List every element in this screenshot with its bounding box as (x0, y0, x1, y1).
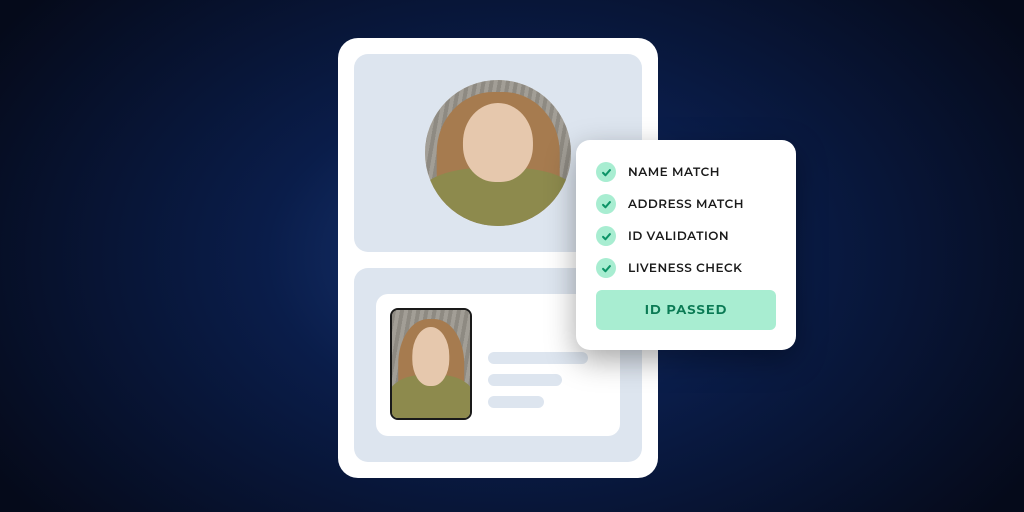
check-icon (596, 258, 616, 278)
id-line-placeholder (488, 396, 544, 408)
check-label: LIVENESS CHECK (628, 261, 742, 276)
avatar (425, 80, 571, 226)
check-icon (596, 226, 616, 246)
result-badge: ID PASSED (596, 290, 776, 330)
id-line-placeholder (488, 374, 562, 386)
id-photo (390, 308, 472, 420)
check-row-name-match: NAME MATCH (596, 162, 776, 182)
check-icon (596, 162, 616, 182)
check-label: NAME MATCH (628, 165, 720, 180)
check-label: ID VALIDATION (628, 229, 729, 244)
id-line-placeholder (488, 352, 588, 364)
person-photo-placeholder (425, 80, 571, 226)
check-label: ADDRESS MATCH (628, 197, 744, 212)
check-row-address-match: ADDRESS MATCH (596, 194, 776, 214)
check-icon (596, 194, 616, 214)
verification-results-popup: NAME MATCH ADDRESS MATCH ID VALIDATION L… (576, 140, 796, 350)
check-row-id-validation: ID VALIDATION (596, 226, 776, 246)
check-row-liveness-check: LIVENESS CHECK (596, 258, 776, 278)
person-photo-placeholder (392, 310, 470, 418)
